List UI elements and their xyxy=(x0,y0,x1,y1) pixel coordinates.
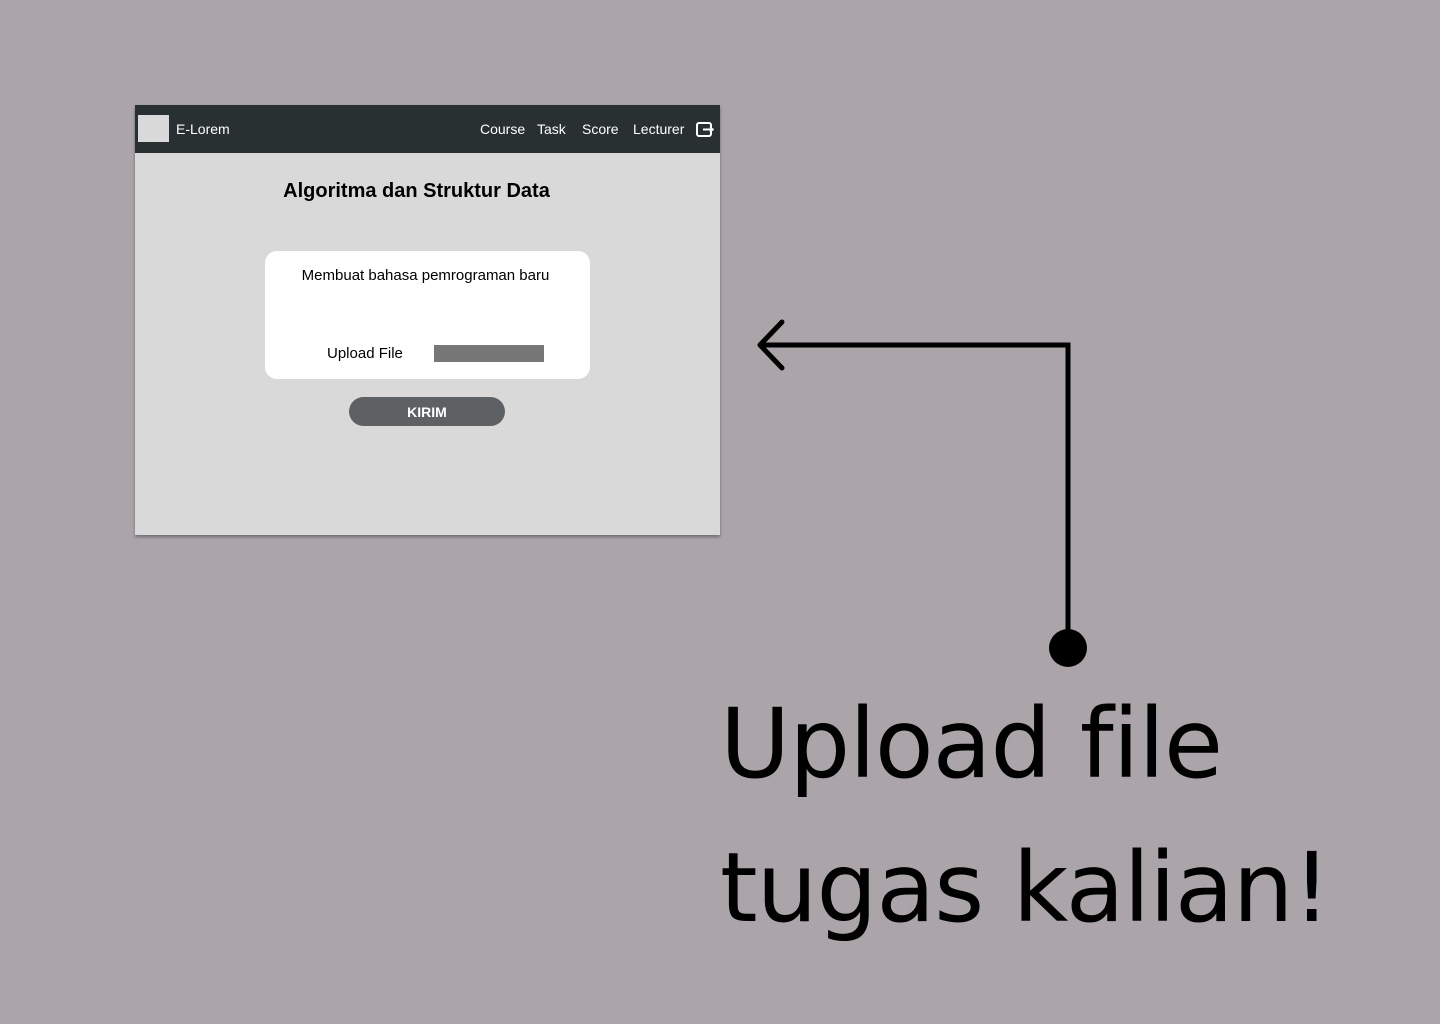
nav-item-lecturer[interactable]: Lecturer xyxy=(633,121,684,137)
submit-button[interactable]: KIRIM xyxy=(349,397,505,426)
navbar: E-Lorem Course Task Score Lecturer xyxy=(135,105,720,153)
app-window: E-Lorem Course Task Score Lecturer Algor… xyxy=(135,105,720,535)
logout-icon[interactable] xyxy=(696,122,714,137)
nav-item-score[interactable]: Score xyxy=(582,121,619,137)
task-card: Membuat bahasa pemrograman baru Upload F… xyxy=(265,251,590,379)
task-description: Membuat bahasa pemrograman baru xyxy=(301,267,550,284)
nav-item-course[interactable]: Course xyxy=(480,121,525,137)
brand-name: E-Lorem xyxy=(176,121,230,137)
annotation-line-1: Upload file xyxy=(720,688,1223,800)
upload-file-input[interactable] xyxy=(434,345,544,362)
logo xyxy=(138,115,169,142)
annotation-line-2: tugas kalian! xyxy=(720,832,1331,944)
annotation-text: Upload file tugas kalian! xyxy=(720,672,1331,960)
nav-item-task[interactable]: Task xyxy=(537,121,566,137)
upload-label: Upload File xyxy=(327,345,403,362)
page-title: Algoritma dan Struktur Data xyxy=(283,180,550,202)
